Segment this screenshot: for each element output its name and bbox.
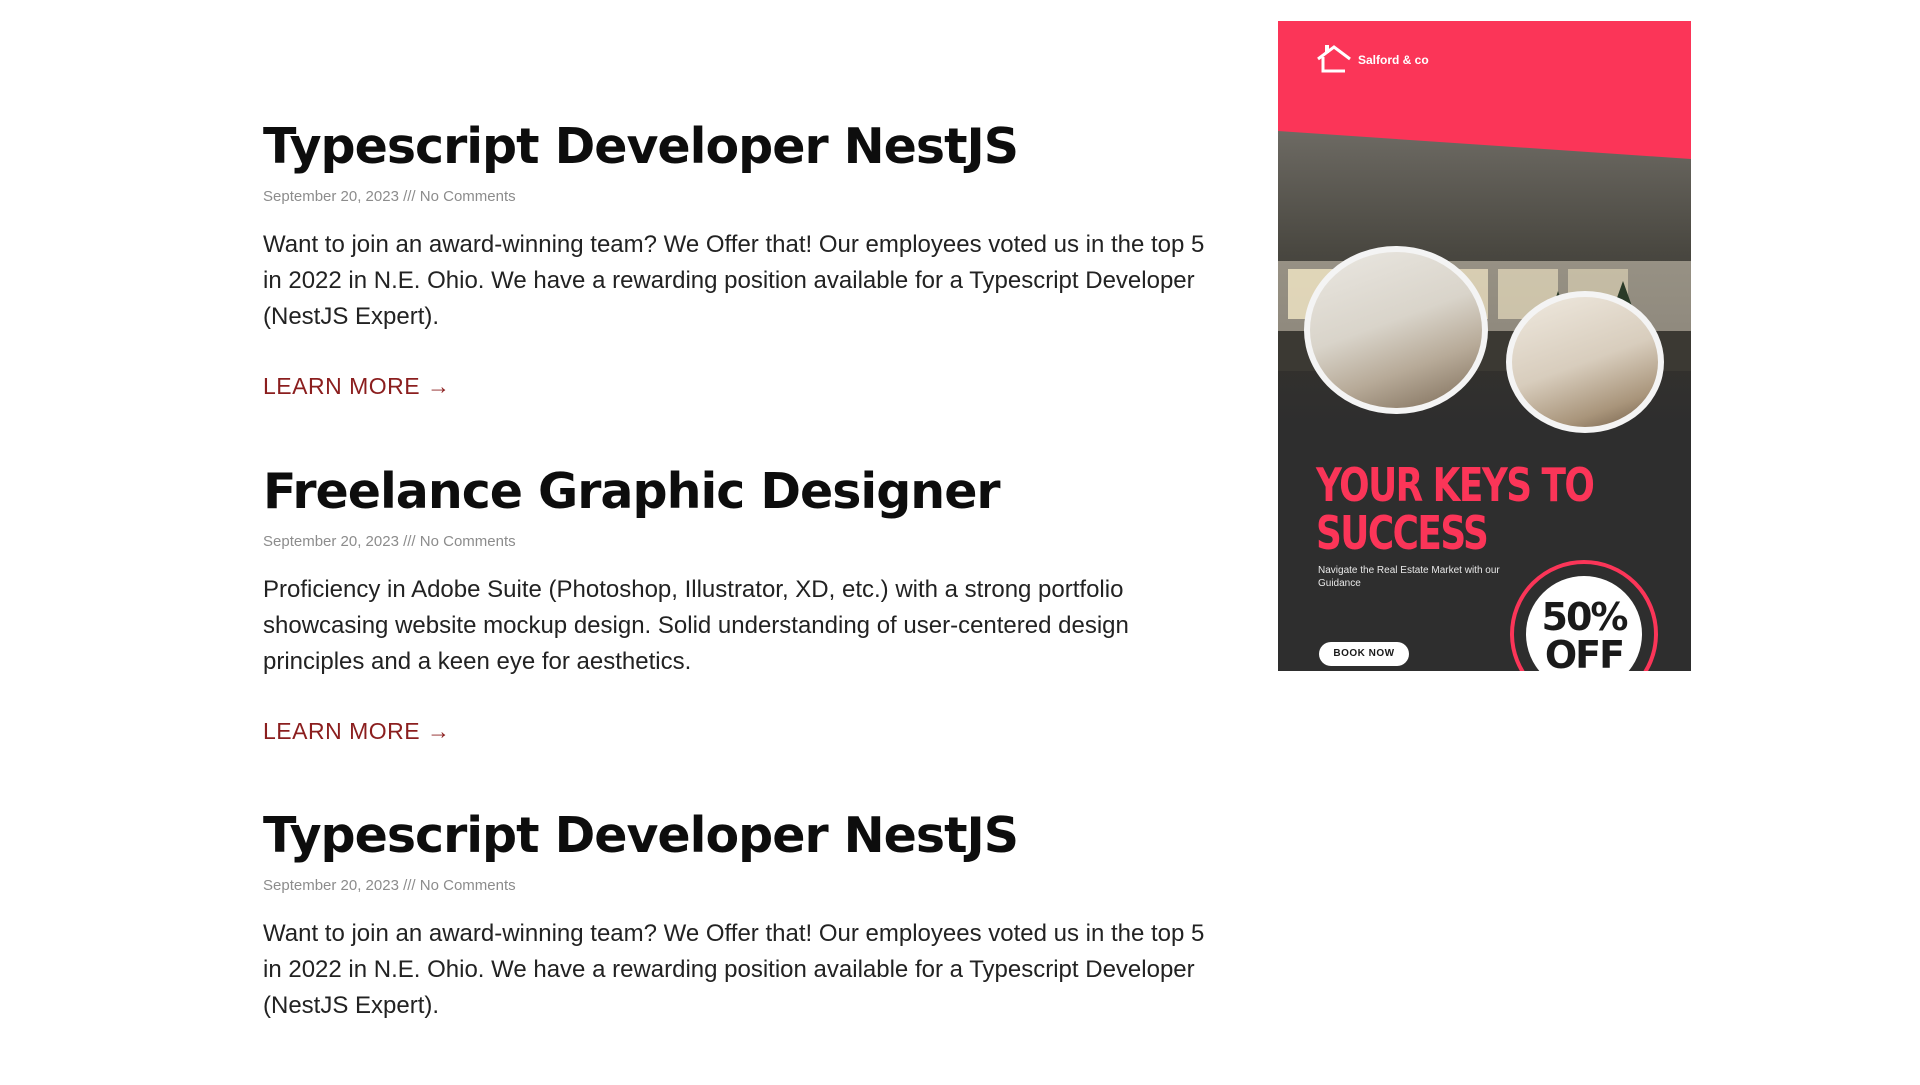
learn-more-link[interactable]: LEARN MORE → [263,371,450,401]
sidebar-ad-banner[interactable]: Salford & co YOUR KEYS TO SUCCESS Naviga… [1278,21,1691,671]
post-excerpt: Proficiency in Adobe Suite (Photoshop, I… [263,576,1129,675]
post-title[interactable]: Freelance Graphic Designer [263,462,1213,522]
ad-kitchen-photo [1304,246,1488,414]
post-title[interactable]: Typescript Developer NestJS [263,117,1213,177]
post-meta: September 20, 2023 /// No Comments [263,877,516,894]
ad-headline: YOUR KEYS TO SUCCESS [1316,458,1595,560]
discount-badge: 50% OFF [1510,560,1658,671]
post-item: Freelance Graphic Designer September 20,… [263,462,1213,746]
post-item: Typescript Developer NestJS September 20… [263,806,1213,1024]
post-meta: September 20, 2023 /// No Comments [263,188,516,205]
post-item: Typescript Developer NestJS September 20… [263,117,1213,401]
post-excerpt: Want to join an award-winning team? We O… [263,231,1205,330]
ad-subtext: Navigate the Real Estate Market with our… [1318,565,1500,589]
house-logo-icon [1317,45,1351,73]
ad-brand-name: Salford & co [1358,53,1429,67]
ad-living-room-photo [1506,291,1664,433]
post-title[interactable]: Typescript Developer NestJS [263,806,1213,866]
ad-brand-logo: Salford & co [1316,43,1446,83]
book-now-button[interactable]: BOOK NOW [1319,642,1409,666]
post-excerpt: Want to join an award-winning team? We O… [263,920,1205,1019]
learn-more-link[interactable]: LEARN MORE → [263,716,450,746]
post-meta: September 20, 2023 /// No Comments [263,533,516,550]
discount-badge-text: 50% OFF [1541,595,1629,671]
